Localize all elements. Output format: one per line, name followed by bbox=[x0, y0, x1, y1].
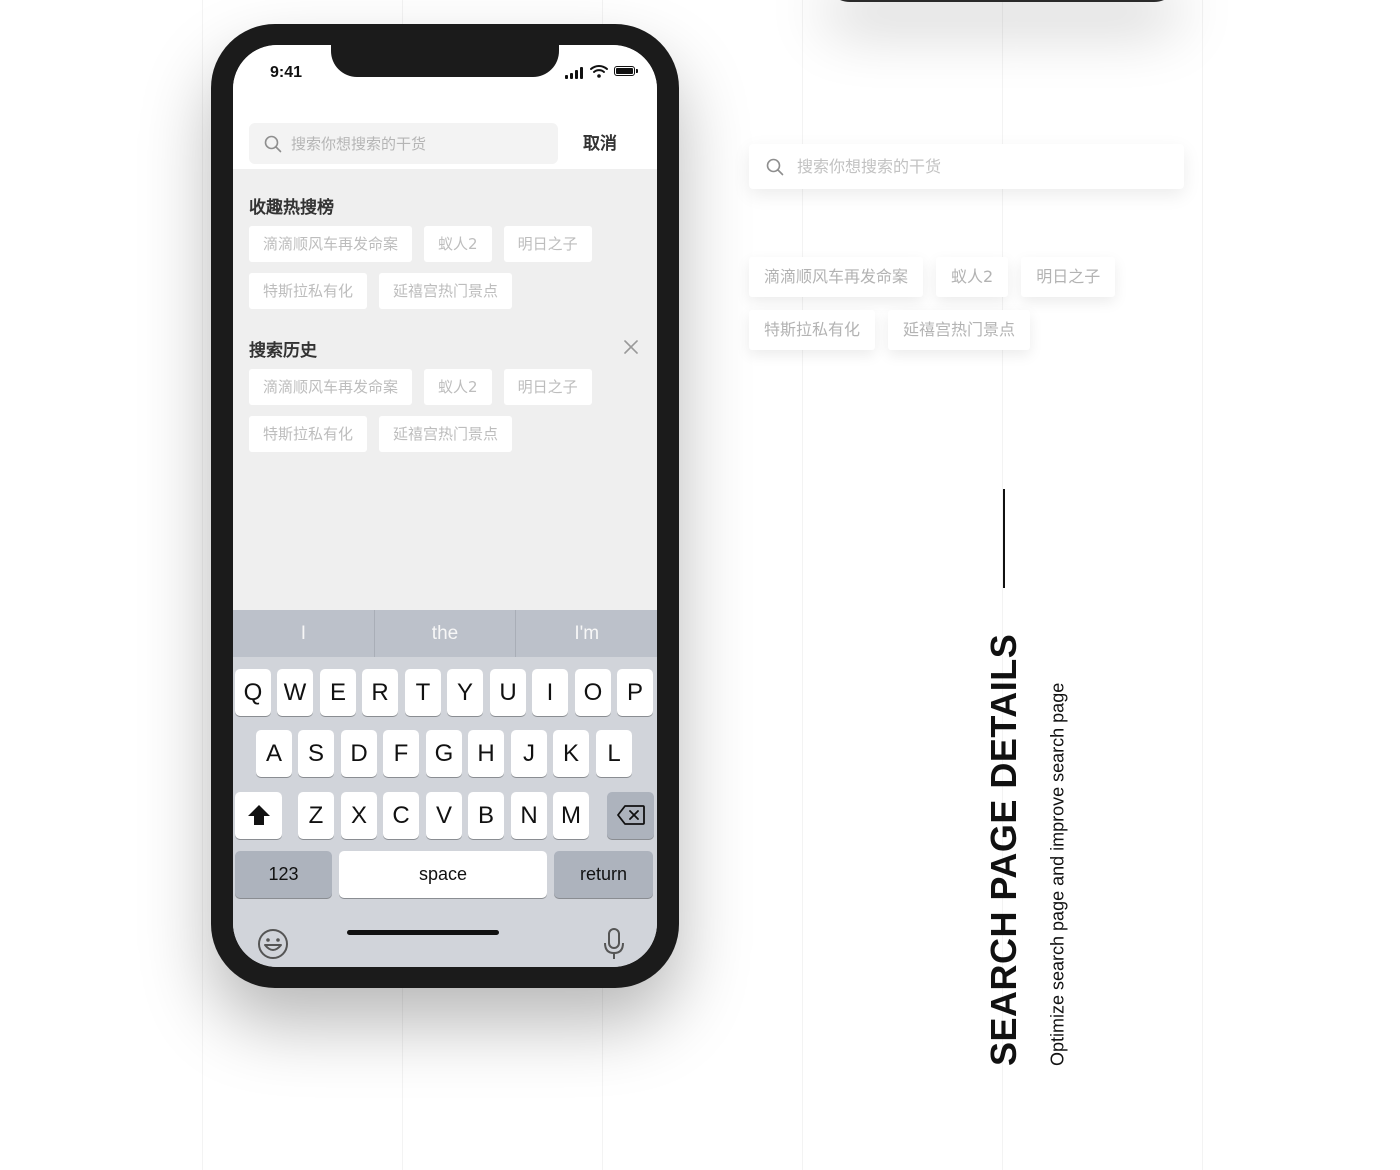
phone-screen: 9:41 取消 收趣热搜榜 滴滴顺风车 bbox=[233, 45, 657, 967]
hot-list-title: 收趣热搜榜 bbox=[249, 198, 334, 218]
key[interactable]: Q bbox=[235, 669, 271, 716]
detail-tag[interactable]: 蚁人2 bbox=[936, 257, 1009, 297]
return-key[interactable]: return bbox=[554, 851, 653, 898]
key[interactable]: R bbox=[362, 669, 398, 716]
key[interactable]: X bbox=[341, 792, 377, 839]
close-icon[interactable] bbox=[623, 339, 639, 355]
detail-search-input[interactable] bbox=[797, 144, 1157, 189]
key[interactable]: F bbox=[383, 730, 419, 777]
keyboard: I the I'm Q W E R T Y U I O P A S D F G … bbox=[233, 610, 657, 967]
search-box[interactable] bbox=[249, 123, 558, 164]
cancel-button[interactable]: 取消 bbox=[583, 129, 617, 154]
key[interactable]: U bbox=[490, 669, 526, 716]
key[interactable]: W bbox=[277, 669, 313, 716]
key[interactable]: S bbox=[298, 730, 334, 777]
history-tag[interactable]: 特斯拉私有化 bbox=[249, 416, 368, 452]
history-tag[interactable]: 蚁人2 bbox=[424, 369, 492, 405]
search-icon bbox=[264, 135, 282, 153]
predictive-bar: I the I'm bbox=[233, 610, 657, 657]
key[interactable]: D bbox=[341, 730, 377, 777]
partial-device-mockup bbox=[824, 0, 1180, 2]
key[interactable]: V bbox=[426, 792, 462, 839]
cellular-signal-icon bbox=[565, 67, 585, 79]
detail-tag[interactable]: 滴滴顺风车再发命案 bbox=[749, 257, 924, 297]
detail-tag[interactable]: 特斯拉私有化 bbox=[749, 310, 876, 350]
key[interactable]: N bbox=[511, 792, 547, 839]
key[interactable]: B bbox=[468, 792, 504, 839]
shift-key[interactable] bbox=[235, 792, 282, 839]
key[interactable]: M bbox=[553, 792, 589, 839]
background-gridline bbox=[1202, 0, 1203, 1170]
detail-tag[interactable]: 延禧宫热门景点 bbox=[888, 310, 1031, 350]
key[interactable]: P bbox=[617, 669, 653, 716]
key[interactable]: L bbox=[596, 730, 632, 777]
battery-icon bbox=[614, 66, 638, 76]
emoji-icon[interactable] bbox=[257, 928, 289, 960]
home-indicator bbox=[347, 930, 499, 935]
key[interactable]: C bbox=[383, 792, 419, 839]
history-row-2: 特斯拉私有化 延禧宫热门景点 bbox=[249, 416, 513, 452]
backspace-icon bbox=[616, 805, 645, 825]
key[interactable]: T bbox=[405, 669, 441, 716]
detail-search-box[interactable] bbox=[749, 144, 1184, 189]
hot-tag[interactable]: 滴滴顺风车再发命案 bbox=[249, 226, 413, 262]
accent-line bbox=[1003, 489, 1005, 588]
shift-icon bbox=[247, 805, 270, 825]
status-time: 9:41 bbox=[270, 64, 303, 81]
search-icon bbox=[766, 158, 784, 176]
hot-tag[interactable]: 明日之子 bbox=[503, 226, 592, 262]
space-key[interactable]: space bbox=[339, 851, 547, 898]
search-input[interactable] bbox=[291, 123, 551, 164]
background-gridline bbox=[202, 0, 203, 1170]
hot-tag[interactable]: 蚁人2 bbox=[424, 226, 492, 262]
section-title: SEARCH PAGE DETAILS bbox=[983, 633, 1024, 1066]
delete-key[interactable] bbox=[607, 792, 654, 839]
history-tag[interactable]: 延禧宫热门景点 bbox=[379, 416, 513, 452]
key[interactable]: I bbox=[532, 669, 568, 716]
key[interactable]: Z bbox=[298, 792, 334, 839]
detail-tag-row-2: 特斯拉私有化 延禧宫热门景点 bbox=[749, 310, 1031, 350]
history-row-1: 滴滴顺风车再发命案 蚁人2 明日之子 bbox=[249, 369, 592, 405]
key[interactable]: E bbox=[320, 669, 356, 716]
wifi-icon bbox=[590, 65, 608, 78]
history-tag[interactable]: 明日之子 bbox=[503, 369, 592, 405]
hot-tag[interactable]: 延禧宫热门景点 bbox=[379, 273, 513, 309]
key[interactable]: J bbox=[511, 730, 547, 777]
suggestion[interactable]: the bbox=[375, 610, 517, 657]
key[interactable]: Y bbox=[447, 669, 483, 716]
key[interactable]: O bbox=[575, 669, 611, 716]
history-tag[interactable]: 滴滴顺风车再发命案 bbox=[249, 369, 413, 405]
detail-tag-row-1: 滴滴顺风车再发命案 蚁人2 明日之子 bbox=[749, 257, 1116, 297]
suggestion[interactable]: I bbox=[233, 610, 375, 657]
phone-notch bbox=[331, 45, 559, 77]
history-title: 搜索历史 bbox=[249, 341, 317, 361]
suggestion[interactable]: I'm bbox=[516, 610, 657, 657]
hot-list-row-1: 滴滴顺风车再发命案 蚁人2 明日之子 bbox=[249, 226, 592, 262]
search-header: 取消 bbox=[233, 99, 657, 169]
key[interactable]: G bbox=[426, 730, 462, 777]
hot-tag[interactable]: 特斯拉私有化 bbox=[249, 273, 368, 309]
key[interactable]: K bbox=[553, 730, 589, 777]
key[interactable]: A bbox=[256, 730, 292, 777]
detail-tag[interactable]: 明日之子 bbox=[1021, 257, 1116, 297]
phone-mockup: 9:41 取消 收趣热搜榜 滴滴顺风车 bbox=[211, 24, 679, 988]
numbers-key[interactable]: 123 bbox=[235, 851, 332, 898]
microphone-icon[interactable] bbox=[603, 928, 625, 960]
section-subtitle: Optimize search page and improve search … bbox=[1047, 682, 1068, 1066]
hot-list-row-2: 特斯拉私有化 延禧宫热门景点 bbox=[249, 273, 513, 309]
key[interactable]: H bbox=[468, 730, 504, 777]
